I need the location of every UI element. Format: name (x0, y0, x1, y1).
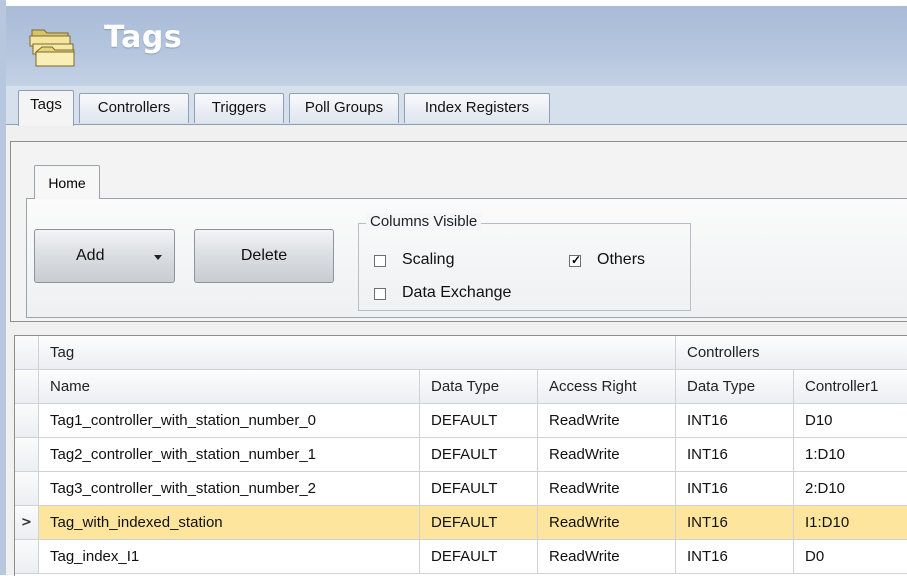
cell-access-right[interactable]: ReadWrite (538, 506, 676, 540)
cell-controller1[interactable]: 2:D10 (794, 472, 907, 506)
main-tabstrip: Tags Controllers Triggers Poll Groups In… (6, 86, 907, 126)
cell-access-right[interactable]: ReadWrite (538, 438, 676, 472)
table-row[interactable]: Tag2_controller_with_station_number_1 DE… (15, 438, 907, 472)
row-selector[interactable] (15, 540, 39, 574)
others-checkbox-box[interactable]: ✓ (569, 253, 582, 267)
add-button[interactable]: Add (34, 229, 175, 283)
tab-tags[interactable]: Tags (18, 90, 74, 126)
scaling-checkbox-box[interactable] (374, 255, 386, 267)
cell-access-right[interactable]: ReadWrite (538, 472, 676, 506)
title-bar: Tags (6, 6, 907, 86)
cell-controller-data-type[interactable]: INT16 (676, 506, 794, 540)
cell-data-type[interactable]: DEFAULT (420, 404, 538, 438)
cell-data-type[interactable]: DEFAULT (420, 506, 538, 540)
row-selector[interactable] (15, 472, 39, 506)
column-header-access-right[interactable]: Access Right (538, 370, 676, 404)
others-checkbox[interactable]: ✓ Others (567, 250, 667, 272)
table-row[interactable]: Tag_index_I1 DEFAULT ReadWrite INT16 D0 (15, 540, 907, 574)
cell-controller-data-type[interactable]: INT16 (676, 540, 794, 574)
ribbon-tab-home[interactable]: Home (34, 165, 100, 199)
data-exchange-checkbox-label: Data Exchange (402, 284, 512, 301)
others-checkbox-label: Others (597, 251, 646, 268)
tags-grid: Tag Controllers Name Data Type Access Ri… (14, 335, 907, 576)
data-exchange-checkbox-box[interactable] (374, 288, 386, 300)
tab-controllers[interactable]: Controllers (79, 93, 189, 123)
group-header-tag: Tag (39, 336, 676, 370)
cell-name[interactable]: Tag_with_indexed_station (39, 506, 420, 540)
cell-controller-data-type[interactable]: INT16 (676, 472, 794, 506)
cell-name[interactable]: Tag1_controller_with_station_number_0 (39, 404, 420, 438)
table-row[interactable]: Tag3_controller_with_station_number_2 DE… (15, 472, 907, 506)
group-header-row: Tag Controllers (15, 336, 907, 370)
delete-button[interactable]: Delete (194, 229, 334, 283)
add-button-label: Add (76, 247, 105, 264)
group-header-controllers: Controllers (676, 336, 907, 370)
column-header-name[interactable]: Name (39, 370, 420, 404)
column-header-data-type[interactable]: Data Type (420, 370, 538, 404)
row-selector-header (15, 370, 39, 404)
cell-data-type[interactable]: DEFAULT (420, 540, 538, 574)
current-row-indicator[interactable]: > (15, 506, 39, 540)
column-header-controller1[interactable]: Controller1 (794, 370, 907, 404)
data-exchange-checkbox[interactable]: Data Exchange (372, 283, 542, 305)
row-selector[interactable] (15, 404, 39, 438)
cell-data-type[interactable]: DEFAULT (420, 438, 538, 472)
row-selector-header (15, 336, 39, 370)
cell-data-type[interactable]: DEFAULT (420, 472, 538, 506)
cell-controller1[interactable]: D0 (794, 540, 907, 574)
cell-controller-data-type[interactable]: INT16 (676, 438, 794, 472)
cell-controller1[interactable]: I1:D10 (794, 506, 907, 540)
row-selector[interactable] (15, 438, 39, 472)
stacked-folders-icon (29, 29, 75, 67)
scaling-checkbox[interactable]: Scaling (372, 250, 482, 272)
table-row[interactable]: Tag1_controller_with_station_number_0 DE… (15, 404, 907, 438)
column-header-row: Name Data Type Access Right Data Type Co… (15, 370, 907, 404)
tab-poll-groups[interactable]: Poll Groups (289, 93, 399, 123)
cell-controller-data-type[interactable]: INT16 (676, 404, 794, 438)
cell-name[interactable]: Tag_index_I1 (39, 540, 420, 574)
scaling-checkbox-label: Scaling (402, 251, 455, 268)
checkmark-icon: ✓ (571, 253, 582, 267)
cell-name[interactable]: Tag3_controller_with_station_number_2 (39, 472, 420, 506)
tab-triggers[interactable]: Triggers (194, 93, 284, 123)
chevron-down-icon[interactable] (154, 255, 162, 260)
cell-controller1[interactable]: D10 (794, 404, 907, 438)
cell-access-right[interactable]: ReadWrite (538, 404, 676, 438)
table-row-selected[interactable]: > Tag_with_indexed_station DEFAULT ReadW… (15, 506, 907, 540)
page-title: Tags (104, 20, 183, 55)
cell-name[interactable]: Tag2_controller_with_station_number_1 (39, 438, 420, 472)
columns-visible-legend: Columns Visible (366, 213, 482, 230)
column-header-controller-data-type[interactable]: Data Type (676, 370, 794, 404)
cell-controller1[interactable]: 1:D10 (794, 438, 907, 472)
cell-access-right[interactable]: ReadWrite (538, 540, 676, 574)
tab-index-registers[interactable]: Index Registers (404, 93, 550, 123)
tags-window: Tags Tags Controllers Triggers Poll Grou… (0, 0, 907, 576)
